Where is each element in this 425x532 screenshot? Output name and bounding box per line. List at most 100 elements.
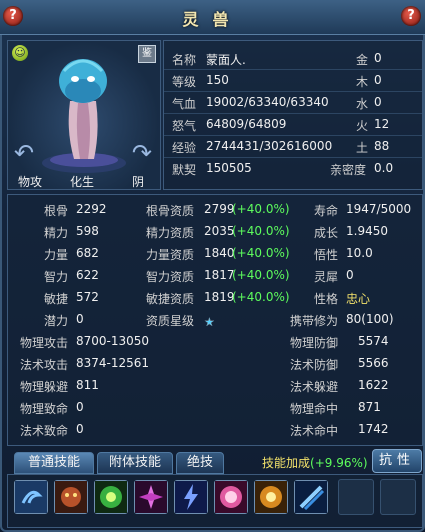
skill-thunder-glyph <box>175 481 207 513</box>
star-empty-icon: ☆ <box>204 315 216 329</box>
pot-value: 0 <box>76 312 84 326</box>
mdodge-label: 法术躲避 <box>290 380 339 394</box>
phit-value: 871 <box>358 400 381 414</box>
gen-q-bonus: (+40.0%) <box>232 202 290 216</box>
life-label: 寿命 <box>314 204 339 218</box>
tacit-label: 默契 <box>172 163 197 177</box>
skill-poison-icon[interactable] <box>94 480 128 514</box>
skill-ice-glyph <box>295 481 327 513</box>
intimacy-value: 0.0 <box>374 161 394 175</box>
mcrit-value: 0 <box>76 422 84 436</box>
skill-bonus-value: (+9.96%) <box>310 456 368 470</box>
fire-label: 火 <box>356 119 369 133</box>
fire-value: 12 <box>374 117 390 131</box>
tab-normal-skills[interactable]: 普通技能 <box>14 452 94 474</box>
life-value: 1947/5000 <box>346 202 412 216</box>
pdodge-label: 物理躲避 <box>20 380 69 394</box>
tab-ultimate[interactable]: 绝技 <box>176 452 224 474</box>
skill-sun-icon[interactable] <box>254 480 288 514</box>
matk-value: 8374-12561 <box>76 356 150 370</box>
agi-label: 敏捷 <box>44 292 69 306</box>
spi-q-value: 2035 <box>204 224 235 238</box>
rage-value: 64809/64809 <box>206 117 287 131</box>
close-button[interactable]: ? <box>401 6 421 26</box>
rage-label: 怒气 <box>172 119 197 133</box>
skill-bonus: 技能加成(+9.96%) <box>262 454 368 471</box>
skill-sun-glyph <box>255 481 287 513</box>
nature-value: 忠心 <box>346 292 371 306</box>
name-label: 名称 <box>172 53 197 67</box>
str-q-value: 1840 <box>204 246 235 260</box>
agi-q-value: 1819 <box>204 290 235 304</box>
gen-value: 2292 <box>76 202 107 216</box>
attack-type: 物攻 <box>18 175 43 189</box>
nature-label: 性格 <box>314 292 339 306</box>
exp-value: 2744431/302616000 <box>206 139 333 153</box>
wood-value: 0 <box>374 73 382 87</box>
growth-label: 成长 <box>314 226 339 240</box>
pot-label: 潜力 <box>44 314 69 328</box>
hp-value: 19002/63340/63340 <box>206 95 329 109</box>
resist-button[interactable]: 抗性 <box>372 449 422 473</box>
mcrit-label: 法术致命 <box>20 424 69 438</box>
skill-fire-icon[interactable] <box>214 480 248 514</box>
gold-value: 0 <box>374 51 382 65</box>
empty-skill-slot[interactable] <box>380 479 416 515</box>
mhit-label: 法术命中 <box>290 424 339 438</box>
mhit-value: 1742 <box>358 422 389 436</box>
agi-q-bonus: (+40.0%) <box>232 290 290 304</box>
rotate-left-icon[interactable]: ↶ <box>14 139 34 167</box>
mdef-value: 5566 <box>358 356 389 370</box>
str-q-bonus: (+40.0%) <box>232 246 290 260</box>
empty-skill-slot[interactable] <box>338 479 374 515</box>
int-q-bonus: (+40.0%) <box>232 268 290 282</box>
hp-label: 气血 <box>172 97 197 111</box>
carry-value: 80(100) <box>346 312 394 326</box>
attributes-panel: 根骨 2292 根骨资质 2799 (+40.0%) 寿命 1947/5000 … <box>7 194 423 446</box>
pcrit-value: 0 <box>76 400 84 414</box>
int-q-label: 智力资质 <box>146 270 195 284</box>
lingxi-value: 0 <box>346 268 354 282</box>
star-label: 资质星级 <box>146 314 195 328</box>
skill-poison-glyph <box>95 481 127 513</box>
gold-label: 金 <box>356 53 369 67</box>
int-q-value: 1817 <box>204 268 235 282</box>
skill-wind-icon[interactable] <box>14 480 48 514</box>
patk-value: 8700-13050 <box>76 334 150 348</box>
rotate-right-icon[interactable]: ↷ <box>132 139 152 167</box>
earth-label: 土 <box>356 141 369 155</box>
int-label: 智力 <box>44 270 69 284</box>
help-button[interactable]: ? <box>3 6 23 26</box>
skill-fire-glyph <box>215 481 247 513</box>
skill-flower-icon[interactable] <box>134 480 168 514</box>
wu-value: 10.0 <box>346 246 373 260</box>
spi-label: 精力 <box>44 226 69 240</box>
agi-value: 572 <box>76 290 99 304</box>
water-label: 水 <box>356 97 369 111</box>
skill-beast-icon[interactable] <box>54 480 88 514</box>
patk-label: 物理攻击 <box>20 336 69 350</box>
skill-ice-icon[interactable] <box>294 480 328 514</box>
window-title: 灵兽 <box>182 10 243 29</box>
pcrit-label: 物理致命 <box>20 402 69 416</box>
pdef-value: 5574 <box>358 334 389 348</box>
gen-label: 根骨 <box>44 204 69 218</box>
skill-thunder-icon[interactable] <box>174 480 208 514</box>
wu-label: 悟性 <box>314 248 339 262</box>
pdef-label: 物理防御 <box>290 336 339 350</box>
element-label: 阴 <box>132 175 145 189</box>
skill-flower-glyph <box>135 481 167 513</box>
carry-label: 携带修为 <box>290 314 339 328</box>
str-value: 682 <box>76 246 99 260</box>
agi-q-label: 敏捷资质 <box>146 292 195 306</box>
evolve-label: 化生 <box>70 175 95 189</box>
pet-name[interactable]: 蒙面人. <box>206 51 246 68</box>
skill-bar <box>7 474 423 528</box>
phit-label: 物理命中 <box>290 402 339 416</box>
tab-possess-skills[interactable]: 附体技能 <box>97 452 173 474</box>
pdodge-value: 811 <box>76 378 99 392</box>
int-value: 622 <box>76 268 99 282</box>
mdodge-value: 1622 <box>358 378 389 392</box>
gen-q-label: 根骨资质 <box>146 204 195 218</box>
spi-q-label: 精力资质 <box>146 226 195 240</box>
